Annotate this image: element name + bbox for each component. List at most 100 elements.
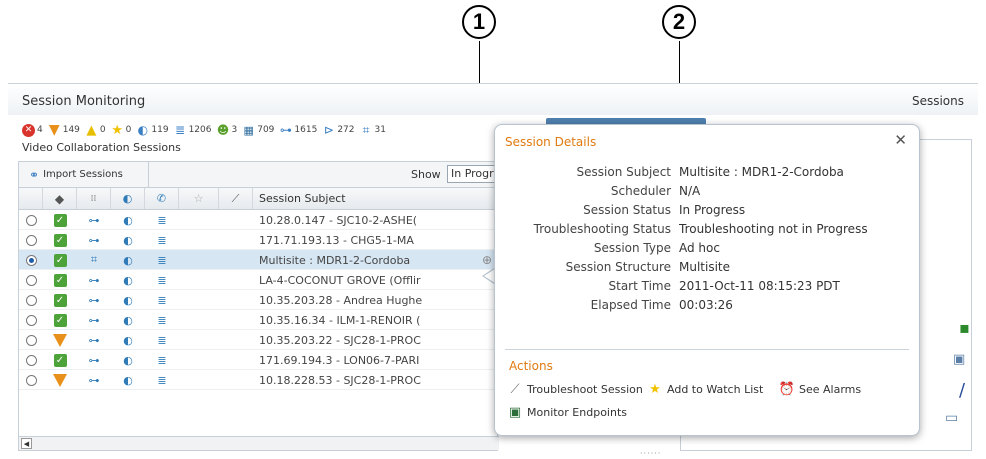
- row-radio[interactable]: [25, 214, 37, 226]
- table-row-selected[interactable]: ✓ ⌗ ◐ ≣ Multisite : MDR1-2-Cordoba ⊕: [19, 250, 499, 270]
- structure-icon: ⁞⁞: [90, 193, 97, 204]
- status-links[interactable]: ⊶ 1615: [279, 124, 317, 137]
- call-icon: ≣: [157, 233, 167, 247]
- switch-icon: ⊳: [323, 123, 334, 137]
- endpoint-icon: ◐: [123, 233, 133, 247]
- add-to-watch-list-action[interactable]: ★ Add to Watch List: [647, 381, 763, 397]
- call-icon: ≣: [157, 253, 167, 267]
- resize-handle[interactable]: ······: [640, 449, 661, 458]
- endpoint-icon: ◐: [123, 293, 133, 307]
- detail-key: Session Status: [583, 203, 671, 217]
- endpoint-icon: ◐: [123, 253, 133, 267]
- col-watch-header[interactable]: ☆: [179, 188, 219, 209]
- col-call-header[interactable]: ✆: [145, 188, 179, 209]
- table-row[interactable]: ⊶ ◐ ≣ 10.35.203.22 - SJC28-1-PROC: [19, 330, 499, 350]
- table-toolbar: ⚭ Import Sessions Show In Progress: [19, 162, 507, 188]
- status-endpoints[interactable]: ◐ 119: [136, 123, 169, 137]
- table-row[interactable]: ✓ ⊶ ◐ ≣ 10.35.203.28 - Andrea Hughe: [19, 290, 499, 310]
- detail-key: Session Structure: [565, 260, 671, 274]
- callout-1: 1: [462, 5, 496, 39]
- status-count: 1615: [294, 125, 318, 135]
- status-major[interactable]: ▼ 149: [48, 123, 80, 137]
- status-count: 272: [337, 125, 355, 135]
- row-radio[interactable]: [25, 294, 37, 306]
- session-subject: LA-4-COCONUT GROVE (Offlir: [259, 273, 421, 287]
- row-radio[interactable]: [25, 334, 37, 346]
- endpoint-icon: ◐: [123, 353, 133, 367]
- horizontal-scrollbar[interactable]: ◀: [19, 436, 499, 450]
- endpoint-icon: ◐: [137, 123, 149, 137]
- import-sessions-button[interactable]: ⚭ Import Sessions: [19, 162, 149, 187]
- detail-row: Troubleshooting Status Troubleshooting no…: [495, 222, 921, 241]
- callout-2: 2: [662, 5, 696, 39]
- show-label: Show: [411, 168, 441, 181]
- warning-star-icon: ★: [111, 122, 123, 138]
- status-multipoint[interactable]: ⌗ 31: [360, 124, 386, 137]
- troubleshoot-session-action[interactable]: ⟋ Troubleshoot Session: [507, 381, 642, 397]
- status-switches[interactable]: ⊳ 272: [322, 123, 355, 137]
- status-users[interactable]: ☻ 3: [216, 124, 238, 137]
- row-radio[interactable]: [25, 314, 37, 326]
- row-radio-selected[interactable]: [25, 254, 37, 266]
- status-routers[interactable]: ≣ 1206: [174, 124, 212, 137]
- multisite-icon: ⌗: [90, 253, 98, 266]
- table-row[interactable]: ✓ ⊶ ◐ ≣ LA-4-COCONUT GROVE (Offlir: [19, 270, 499, 290]
- ok-status-icon: ✓: [53, 213, 67, 227]
- alarm-clock-icon: ⏰: [778, 381, 796, 397]
- row-radio[interactable]: [25, 374, 37, 386]
- row-radio[interactable]: [25, 354, 37, 366]
- col-troubleshoot-header[interactable]: ⟋: [219, 188, 253, 209]
- session-details-popup: Session Details ✕ Session Subject Multisi…: [494, 124, 920, 436]
- status-count: 0: [125, 125, 132, 135]
- table-row[interactable]: ✓ ⊶ ◐ ≣ 171.69.194.3 - LON06-7-PARI: [19, 350, 499, 370]
- detail-value: Ad hoc: [679, 241, 720, 255]
- call-icon: ≣: [157, 293, 167, 307]
- point-to-point-icon: ⊶: [88, 273, 100, 287]
- topology-endpoint-icon: ▣: [953, 352, 966, 367]
- endpoint-icon: ◐: [123, 313, 133, 327]
- col-endpoint-header[interactable]: ◐: [111, 188, 145, 209]
- detail-row: Session Subject Multisite : MDR1-2-Cordob…: [495, 165, 921, 184]
- table-row[interactable]: ✓ ⊶ ◐ ≣ 171.71.193.13 - CHG5-1-MA: [19, 230, 499, 250]
- monitor-endpoints-action[interactable]: ▣ Monitor Endpoints: [507, 404, 627, 420]
- status-warning[interactable]: ★ 0: [111, 122, 132, 138]
- popup-title: Session Details: [505, 135, 597, 149]
- critical-alarm-icon: ✕: [22, 123, 35, 137]
- status-count: 0: [99, 125, 106, 135]
- session-subject: 171.71.193.13 - CHG5-1-MA: [259, 233, 414, 247]
- session-subject: 10.18.228.53 - SJC28-1-PROC: [259, 373, 421, 387]
- status-count: 31: [374, 125, 386, 135]
- col-structure-header[interactable]: ⁞⁞: [77, 188, 111, 209]
- close-icon[interactable]: ✕: [894, 131, 907, 149]
- status-minor[interactable]: ▲ 0: [85, 124, 106, 137]
- status-servers[interactable]: ▦ 709: [242, 124, 275, 137]
- details-zoom-icon[interactable]: ⊕: [482, 253, 492, 267]
- wrench-icon: ⟋: [231, 191, 240, 205]
- status-count: 1206: [188, 125, 212, 135]
- call-icon: ≣: [157, 373, 167, 387]
- table-row[interactable]: ✓ ⊶ ◐ ≣ 10.35.16.34 - ILM-1-RENOIR (: [19, 310, 499, 330]
- detail-row: Elapsed Time 00:03:26: [495, 298, 921, 317]
- alarm-status-icon: ◆: [54, 191, 65, 206]
- session-subject: 10.28.0.147 - SJC10-2-ASHE(: [259, 213, 418, 227]
- row-radio[interactable]: [25, 234, 37, 246]
- call-icon: ≣: [157, 313, 167, 327]
- ok-status-icon: ✓: [53, 313, 67, 327]
- table-row[interactable]: ✓ ⊶ ◐ ≣ 10.28.0.147 - SJC10-2-ASHE(: [19, 210, 499, 230]
- row-radio[interactable]: [25, 274, 37, 286]
- ok-status-icon: ✓: [53, 293, 67, 307]
- detail-value: Multisite : MDR1-2-Cordoba: [679, 165, 844, 179]
- status-critical[interactable]: ✕ 4: [22, 123, 43, 137]
- see-alarms-action[interactable]: ⏰ See Alarms: [779, 381, 861, 397]
- col-session-subject-header[interactable]: Session Subject: [253, 188, 499, 209]
- detail-row: Session Structure Multisite: [495, 260, 921, 279]
- point-to-point-icon: ⊶: [88, 313, 100, 327]
- table-row[interactable]: ⊶ ◐ ≣ 10.18.228.53 - SJC28-1-PROC: [19, 370, 499, 390]
- major-alarm-icon: [53, 333, 67, 347]
- status-count: 4: [37, 125, 43, 135]
- scroll-left-icon[interactable]: ◀: [21, 438, 32, 449]
- see-alarms-label: See Alarms: [799, 382, 862, 396]
- sessions-table-panel: ⚭ Import Sessions Show In Progress ◆ ⁞⁞ …: [18, 161, 507, 451]
- col-status-header[interactable]: ◆: [43, 188, 77, 209]
- point-to-point-icon: ⊶: [88, 213, 100, 227]
